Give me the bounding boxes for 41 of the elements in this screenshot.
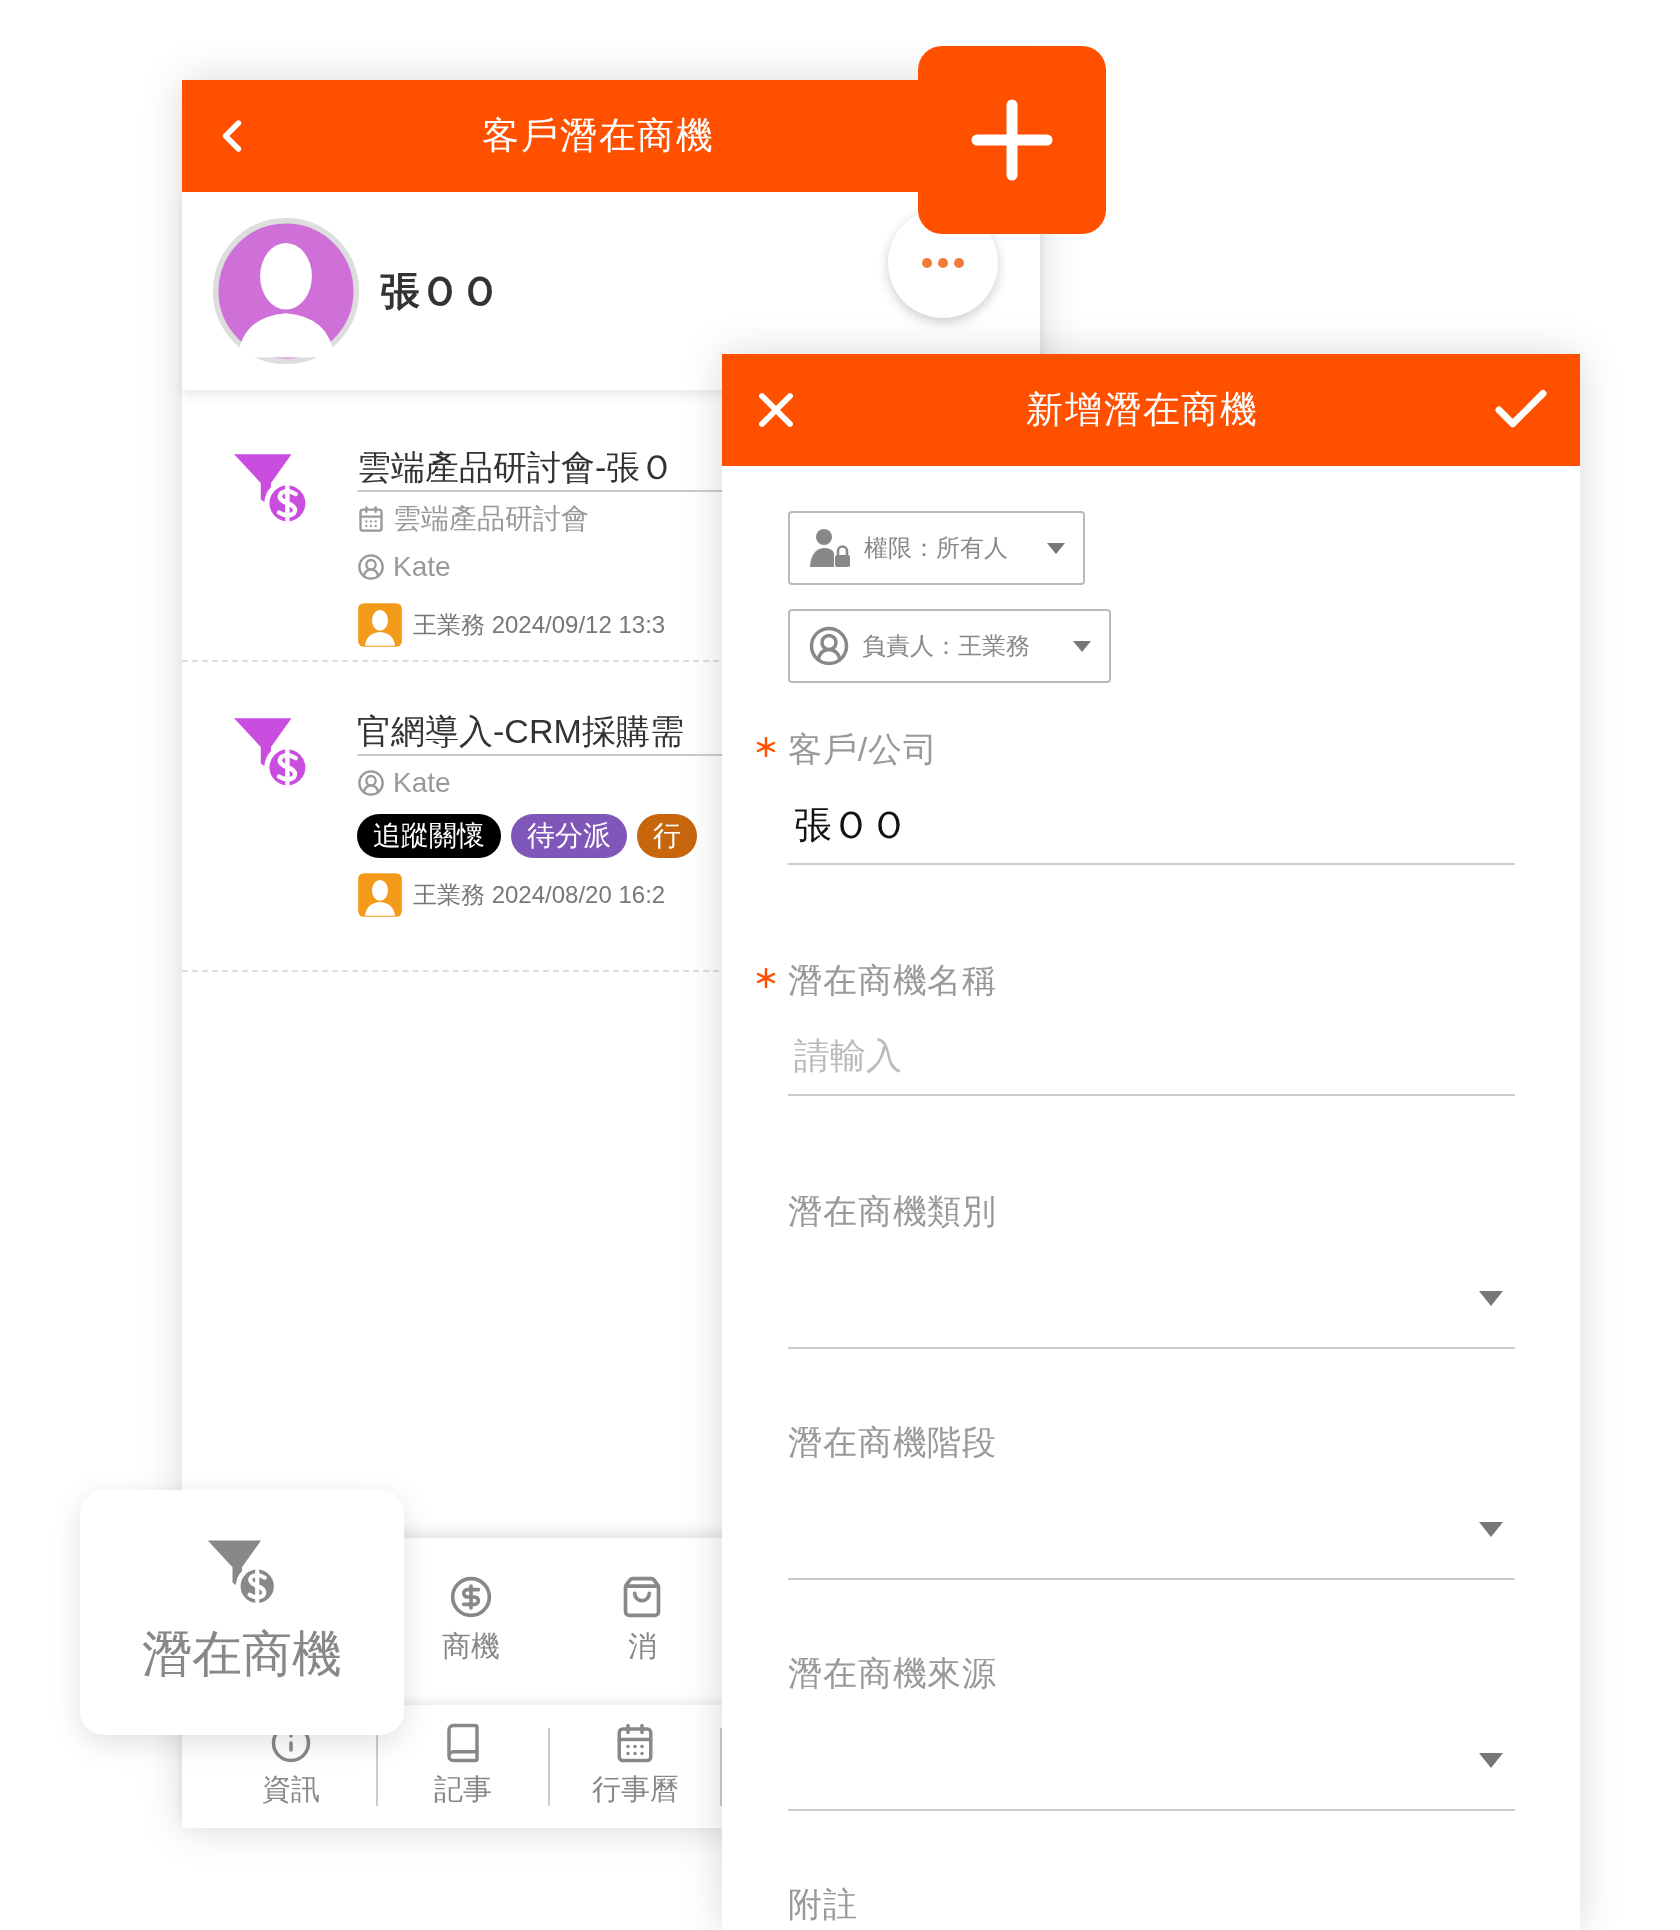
add-button-tooltip[interactable] xyxy=(918,46,1106,234)
nav-tab[interactable]: 消 xyxy=(620,1574,664,1669)
owner-dropdown[interactable]: 負責人：王業務 xyxy=(788,609,1111,683)
caret-icon xyxy=(1479,1290,1503,1306)
contact-name: Kate xyxy=(393,550,451,584)
field-label: 潛在商機名稱 xyxy=(788,959,998,1001)
field-label: 客戶/公司 xyxy=(788,728,938,770)
text-field[interactable]: 張ＯＯ xyxy=(788,787,1515,865)
contact-icon xyxy=(357,553,385,581)
field-label: 附註 xyxy=(788,1883,858,1925)
caret-icon xyxy=(1479,1521,1503,1537)
event-icon xyxy=(357,505,385,533)
status-tag: 追蹤關懷 xyxy=(357,814,501,858)
caret-icon xyxy=(1047,542,1065,554)
bottom-tab[interactable]: 行事曆 xyxy=(550,1721,720,1812)
event-name: 雲端產品研討會 xyxy=(393,502,589,536)
dollar-icon xyxy=(449,1574,493,1619)
customer-name: 張ＯＯ xyxy=(380,268,500,315)
calendar-icon xyxy=(614,1721,656,1764)
permission-dropdown[interactable]: 權限：所有人 xyxy=(788,511,1085,585)
contact-name: Kate xyxy=(393,766,451,800)
owner-line: 王業務 2024/09/12 13:3 xyxy=(413,610,666,640)
field-label: 潛在商機階段 xyxy=(788,1421,998,1463)
field-label: 潛在商機類別 xyxy=(788,1190,998,1232)
owner-avatar xyxy=(357,602,403,648)
nav-tab[interactable]: 商機 xyxy=(442,1574,500,1669)
user-lock-icon xyxy=(808,527,852,569)
form-title: 新增潛在商機 xyxy=(1026,388,1260,433)
owner-icon xyxy=(808,625,850,667)
opportunity-tab-tooltip[interactable]: 潛在商機 xyxy=(80,1490,404,1735)
status-tag: 行 xyxy=(637,814,697,858)
more-icon xyxy=(921,257,965,269)
field-label: 潛在商機來源 xyxy=(788,1652,998,1694)
status-tag: 待分派 xyxy=(511,814,627,858)
text-field[interactable]: 請輸入 xyxy=(788,1018,1515,1096)
caret-icon xyxy=(1073,640,1091,652)
screen-title: 客戶潛在商機 xyxy=(482,114,716,159)
caret-icon xyxy=(1479,1752,1503,1768)
owner-line: 王業務 2024/08/20 16:2 xyxy=(413,880,666,910)
contact-icon xyxy=(357,769,385,797)
owner-avatar xyxy=(357,872,403,918)
